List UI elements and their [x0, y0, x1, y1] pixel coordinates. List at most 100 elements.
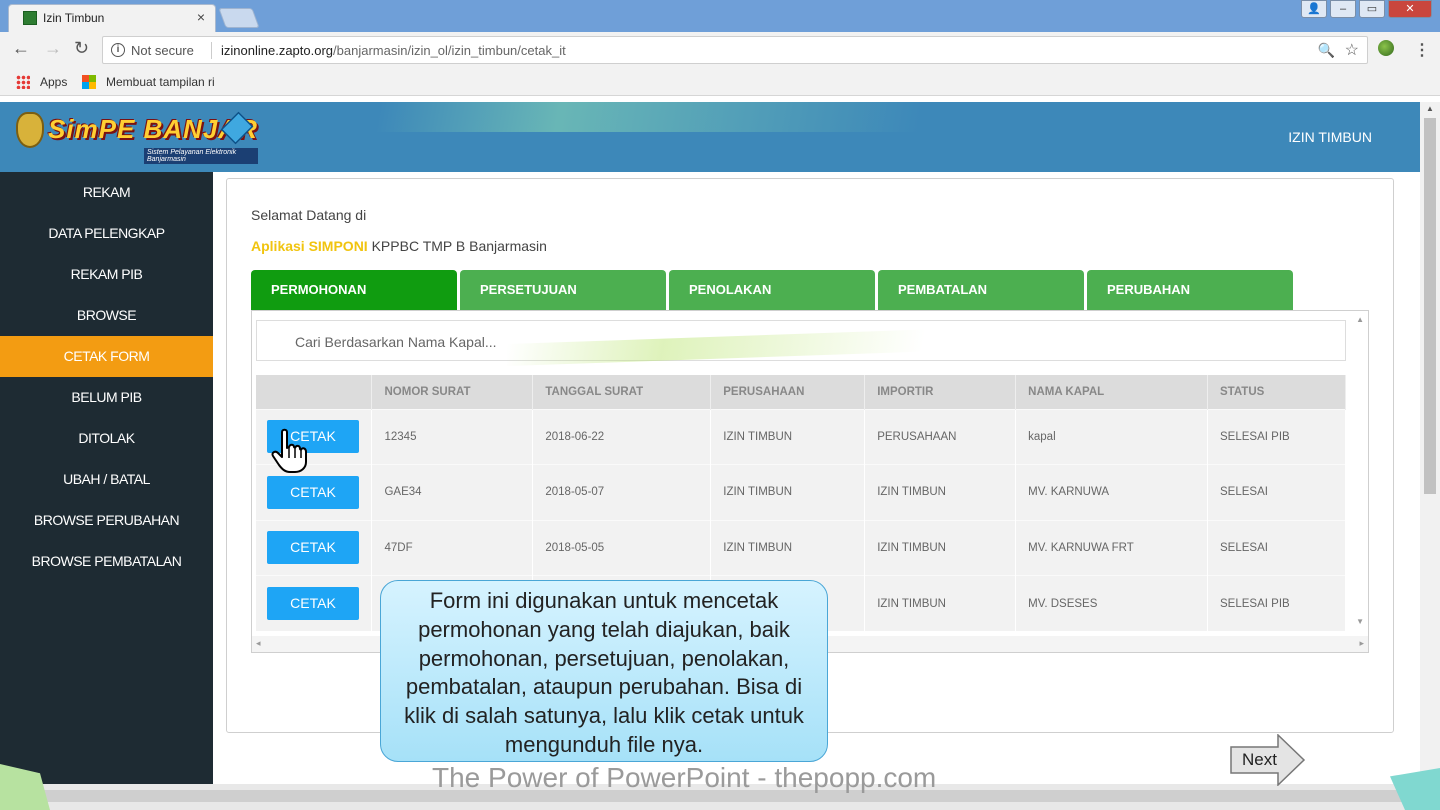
maximize-button[interactable]: ▭ [1359, 0, 1385, 18]
sidebar-item-cetak-form[interactable]: CETAK FORM [0, 336, 213, 377]
scroll-up-arrow-icon[interactable]: ▲ [1356, 315, 1364, 324]
cell-tanggal-surat: 2018-05-07 [532, 464, 712, 520]
column-header-importir[interactable]: IMPORTIR [864, 375, 1017, 409]
cell-perusahaan: IZIN TIMBUN [710, 519, 866, 576]
url-text[interactable]: izinonline.zapto.org/banjarmasin/izin_ol… [221, 43, 566, 58]
cell-tanggal-surat: 2018-05-05 [532, 519, 712, 576]
tab-title: Izin Timbun [43, 11, 105, 25]
sidebar-item-rekam[interactable]: REKAM [0, 172, 213, 213]
app-name-line: Aplikasi SIMPONI KPPBC TMP B Banjarmasin [251, 238, 547, 254]
user-icon[interactable]: 👤 [1301, 0, 1327, 18]
browser-tab[interactable]: Izin Timbun × [8, 4, 216, 32]
sidebar-item-data-pelengkap[interactable]: DATA PELENGKAP [0, 213, 213, 254]
table-row[interactable]: CETAK 12345 2018-06-22 IZIN TIMBUN PERUS… [256, 408, 1346, 465]
cell-nomor-surat: GAE34 [371, 464, 534, 520]
cell-perusahaan: IZIN TIMBUN [710, 464, 866, 520]
bookmark-item[interactable]: Membuat tampilan ri [106, 75, 226, 89]
cell-perusahaan: IZIN TIMBUN [710, 408, 866, 465]
sidebar-item-browse[interactable]: BROWSE [0, 295, 213, 336]
action-cell: CETAK [256, 519, 373, 576]
footer-credit: The Power of PowerPoint - thepopp.com [432, 762, 937, 793]
column-header-nama-kapal[interactable]: NAMA KAPAL [1015, 375, 1209, 409]
header-title[interactable]: IZIN TIMBUN [1288, 129, 1372, 145]
info-icon[interactable]: i [111, 43, 125, 57]
close-tab-icon[interactable]: × [197, 9, 205, 25]
microsoft-logo-icon[interactable] [82, 75, 96, 89]
cell-status: SELESAI PIB [1207, 575, 1346, 631]
security-label: Not secure [131, 43, 194, 58]
scrollbar-thumb[interactable] [1424, 118, 1436, 494]
cell-importir: IZIN TIMBUN [864, 519, 1017, 576]
column-header-tanggal-surat[interactable]: TANGGAL SURAT [532, 375, 712, 409]
minimize-button[interactable]: – [1330, 0, 1356, 18]
zoom-icon[interactable]: 🔍 [1318, 42, 1335, 59]
column-header-nomor-surat[interactable]: NOMOR SURAT [371, 375, 534, 409]
cell-nomor-surat: 47DF [371, 519, 534, 576]
app-header: SimPE BANJAR Sistem Pelayanan Elektronik… [0, 102, 1420, 172]
new-tab-button[interactable] [218, 8, 260, 28]
bookmarks-bar: Apps Membuat tampilan ri [0, 68, 1440, 96]
explanation-callout: Form ini digunakan untuk mencetak permoh… [380, 580, 828, 762]
extension-globe-icon[interactable] [1378, 40, 1394, 56]
next-button[interactable]: Next [1230, 734, 1306, 786]
cell-importir: IZIN TIMBUN [864, 575, 1017, 631]
scroll-up-arrow-icon[interactable]: ▲ [1426, 104, 1434, 113]
scroll-right-arrow-icon[interactable]: ▸ [1359, 638, 1364, 649]
page-scrollbar[interactable]: ▲ [1420, 102, 1440, 784]
cell-tanggal-surat: 2018-06-22 [532, 408, 712, 465]
search-placeholder: Cari Berdasarkan Nama Kapal... [295, 334, 497, 350]
sidebar-item-ubah-batal[interactable]: UBAH / BATAL [0, 459, 213, 500]
app-logo[interactable]: SimPE BANJAR Sistem Pelayanan Elektronik… [16, 108, 258, 164]
tab-pembatalan[interactable]: PEMBATALAN [878, 270, 1084, 310]
url-path: /banjarmasin/izin_ol/izin_timbun/cetak_i… [333, 43, 566, 58]
tab-permohonan[interactable]: PERMOHONAN [251, 270, 457, 310]
welcome-text: Selamat Datang di [251, 207, 367, 223]
table-row[interactable]: CETAK GAE34 2018-05-07 IZIN TIMBUN IZIN … [256, 464, 1346, 520]
cell-nama-kapal: MV. DSESES [1015, 575, 1209, 631]
scroll-down-arrow-icon[interactable]: ▼ [1356, 617, 1364, 626]
scroll-left-arrow-icon[interactable]: ◂ [256, 638, 261, 649]
tab-perubahan[interactable]: PERUBAHAN [1087, 270, 1293, 310]
search-input[interactable]: Cari Berdasarkan Nama Kapal... [256, 320, 1346, 367]
sidebar-item-browse-pembatalan[interactable]: BROWSE PEMBATALAN [0, 541, 213, 582]
column-header-perusahaan[interactable]: PERUSAHAAN [710, 375, 866, 409]
back-icon[interactable]: ← [12, 38, 30, 59]
cell-importir: PERUSAHAAN [864, 408, 1017, 465]
address-bar[interactable]: i Not secure izinonline.zapto.org/banjar… [102, 36, 1368, 64]
sidebar-item-ditolak[interactable]: DITOLAK [0, 418, 213, 459]
browser-titlebar: Izin Timbun × 👤 – ▭ ✕ [0, 0, 1440, 32]
column-header-status[interactable]: STATUS [1207, 375, 1346, 409]
emblem-icon [16, 112, 44, 148]
cetak-button[interactable]: CETAK [267, 475, 359, 509]
tab-penolakan[interactable]: PENOLAKAN [669, 270, 875, 310]
sidebar: REKAM DATA PELENGKAP REKAM PIB BROWSE CE… [0, 172, 213, 784]
cell-status: SELESAI [1207, 519, 1346, 576]
hand-cursor-icon [271, 428, 307, 473]
sheet-favicon-icon [23, 11, 37, 25]
table-header-row: NOMOR SURAT TANGGAL SURAT PERUSAHAAN IMP… [256, 375, 1346, 409]
sidebar-item-browse-perubahan[interactable]: BROWSE PERUBAHAN [0, 500, 213, 541]
decorative-stripe [507, 325, 1027, 367]
action-cell: CETAK [256, 575, 373, 631]
app-name-highlight: Aplikasi SIMPONI [251, 238, 368, 254]
browser-menu-icon[interactable]: ⋮ [1414, 40, 1430, 60]
app-name-rest: KPPBC TMP B Banjarmasin [367, 238, 547, 254]
forward-icon[interactable]: → [44, 38, 62, 59]
reload-icon[interactable]: ↻ [74, 38, 89, 59]
tab-persetujuan[interactable]: PERSETUJUAN [460, 270, 666, 310]
cetak-button[interactable]: CETAK [267, 587, 359, 620]
apps-grid-icon[interactable] [16, 75, 30, 89]
logo-subtitle: Sistem Pelayanan Elektronik Banjarmasin [144, 148, 258, 164]
next-label: Next [1242, 750, 1277, 769]
close-window-button[interactable]: ✕ [1388, 0, 1432, 18]
table-row[interactable]: CETAK 47DF 2018-05-05 IZIN TIMBUN IZIN T… [256, 519, 1346, 576]
sidebar-item-rekam-pib[interactable]: REKAM PIB [0, 254, 213, 295]
bookmark-star-icon[interactable]: ☆ [1345, 40, 1359, 60]
bookmark-apps[interactable]: Apps [40, 75, 67, 89]
cell-status: SELESAI [1207, 464, 1346, 520]
window-controls: 👤 – ▭ ✕ [1301, 0, 1432, 18]
url-host: izinonline.zapto.org [221, 43, 334, 58]
cetak-button[interactable]: CETAK [267, 531, 359, 565]
cell-status: SELESAI PIB [1207, 408, 1346, 465]
sidebar-item-belum-pib[interactable]: BELUM PIB [0, 377, 213, 418]
